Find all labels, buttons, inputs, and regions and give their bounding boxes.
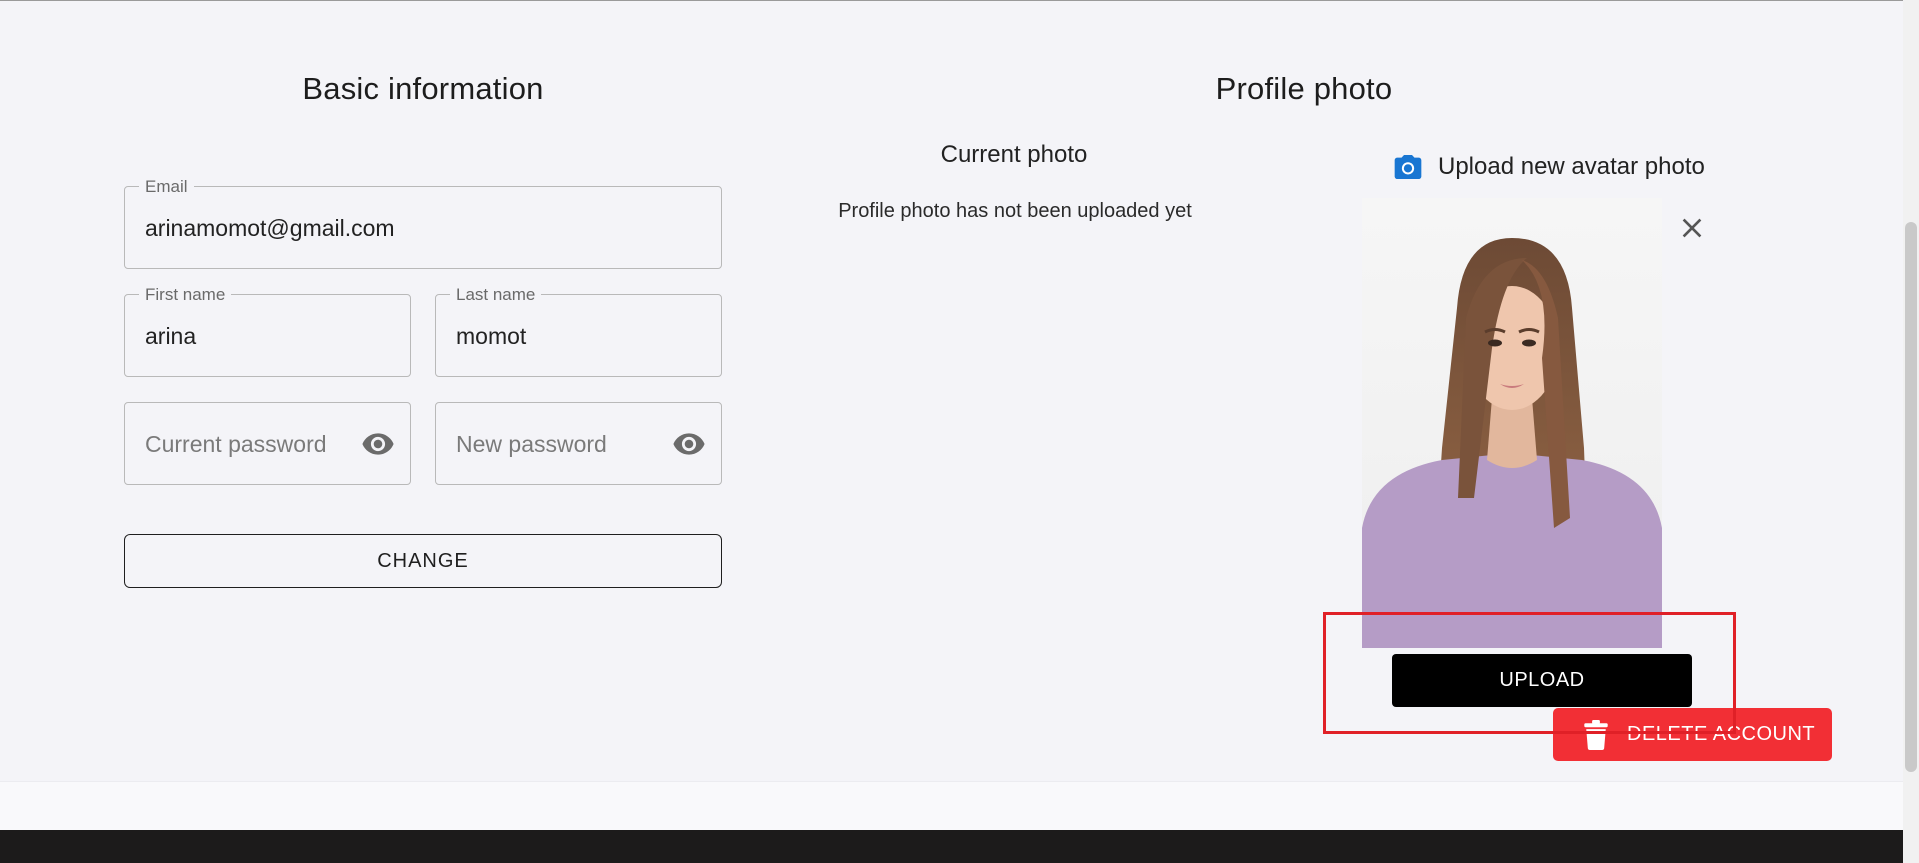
upload-button[interactable]: UPLOAD	[1392, 654, 1692, 707]
upload-new-avatar-label[interactable]: Upload new avatar photo	[1392, 151, 1705, 183]
current-photo-title: Current photo	[940, 141, 1088, 168]
email-value: arinamomot@gmail.com	[145, 215, 395, 241]
footer-bar	[0, 830, 1903, 863]
portrait-photo	[1362, 238, 1662, 648]
eye-icon[interactable]	[672, 427, 706, 461]
scrollbar-thumb[interactable]	[1905, 222, 1917, 772]
current-password-field[interactable]: Current password	[124, 402, 411, 485]
account-settings-page: Basic information Email arinamomot@gmail…	[0, 1, 1903, 781]
upload-new-avatar-text: Upload new avatar photo	[1438, 153, 1705, 180]
profile-photo-title: Profile photo	[1215, 71, 1393, 106]
new-password-placeholder: New password	[456, 431, 607, 457]
email-label: Email	[139, 177, 194, 197]
first-name-label: First name	[139, 285, 232, 305]
eye-icon[interactable]	[361, 427, 395, 461]
last-name-label: Last name	[450, 285, 542, 305]
first-name-value: arina	[145, 323, 197, 349]
basic-info-title: Basic information	[302, 71, 544, 106]
change-button[interactable]: CHANGE	[124, 534, 722, 588]
no-photo-message: Profile photo has not been uploaded yet	[838, 200, 1192, 222]
close-icon[interactable]	[1676, 212, 1708, 244]
trash-icon	[1584, 719, 1608, 750]
footer-spacer	[0, 781, 1903, 830]
new-password-field[interactable]: New password	[435, 402, 722, 485]
first-name-field[interactable]: First name arina	[124, 285, 411, 377]
last-name-value: momot	[456, 323, 527, 349]
current-password-placeholder: Current password	[145, 431, 327, 457]
last-name-field[interactable]: Last name momot	[435, 285, 722, 377]
email-field[interactable]: Email arinamomot@gmail.com	[124, 177, 722, 269]
delete-account-button[interactable]: DELETE ACCOUNT	[1553, 708, 1832, 761]
camera-icon[interactable]	[1392, 151, 1424, 183]
delete-account-label: DELETE ACCOUNT	[1627, 723, 1816, 745]
avatar-preview-image	[1362, 198, 1662, 648]
